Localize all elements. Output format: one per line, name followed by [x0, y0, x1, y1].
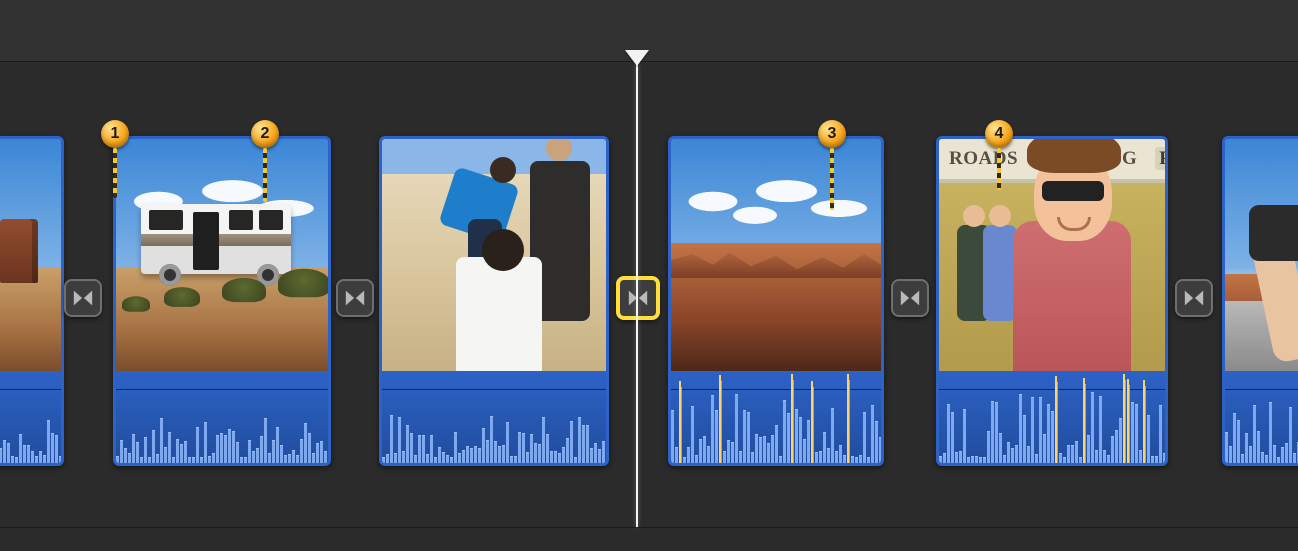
chapter-marker-stem — [263, 148, 267, 202]
clip-audio-waveform[interactable] — [382, 371, 606, 463]
chapter-marker[interactable]: 2 — [251, 120, 279, 148]
clip-audio-waveform[interactable] — [0, 371, 61, 463]
video-clip[interactable]: ROADSTRADINGPOST — [936, 136, 1168, 466]
video-clip[interactable] — [1222, 136, 1298, 466]
timeline-stage: ROADSTRADINGPOST 1 2 3 4 — [0, 0, 1298, 551]
transition-icon — [72, 287, 94, 309]
transition-button[interactable] — [1175, 279, 1213, 317]
clip-audio-waveform[interactable] — [671, 371, 881, 463]
transition-icon — [344, 287, 366, 309]
transition-button[interactable] — [64, 279, 102, 317]
toolbar-strip — [0, 0, 1298, 62]
clip-audio-waveform[interactable] — [116, 371, 328, 463]
video-track[interactable]: ROADSTRADINGPOST 1 2 3 4 — [0, 63, 1298, 527]
transition-button[interactable] — [891, 279, 929, 317]
transition-icon — [1183, 287, 1205, 309]
transition-icon — [627, 287, 649, 309]
chapter-marker-stem — [830, 148, 834, 210]
chapter-marker-label: 3 — [818, 120, 846, 148]
clip-thumbnail — [116, 139, 328, 371]
clip-thumbnail: ROADSTRADINGPOST — [939, 139, 1165, 371]
clip-audio-waveform[interactable] — [1225, 371, 1298, 463]
video-clip[interactable] — [113, 136, 331, 466]
chapter-marker[interactable]: 1 — [101, 120, 129, 148]
chapter-marker-label: 2 — [251, 120, 279, 148]
clip-thumbnail — [0, 139, 61, 371]
video-clip[interactable] — [668, 136, 884, 466]
clip-thumbnail — [382, 139, 606, 371]
chapter-marker-label: 1 — [101, 120, 129, 148]
clip-thumbnail — [671, 139, 881, 371]
video-clip[interactable] — [0, 136, 64, 466]
video-clip[interactable] — [379, 136, 609, 466]
chapter-marker[interactable]: 4 — [985, 120, 1013, 148]
chapter-marker-stem — [997, 148, 1001, 190]
chapter-marker-label: 4 — [985, 120, 1013, 148]
chapter-marker-stem — [113, 148, 117, 198]
clip-thumbnail — [1225, 139, 1298, 371]
transition-icon — [899, 287, 921, 309]
transition-button-selected[interactable] — [616, 276, 660, 320]
transition-button[interactable] — [336, 279, 374, 317]
bottom-strip — [0, 527, 1298, 551]
clip-audio-waveform[interactable] — [939, 371, 1165, 463]
chapter-marker[interactable]: 3 — [818, 120, 846, 148]
